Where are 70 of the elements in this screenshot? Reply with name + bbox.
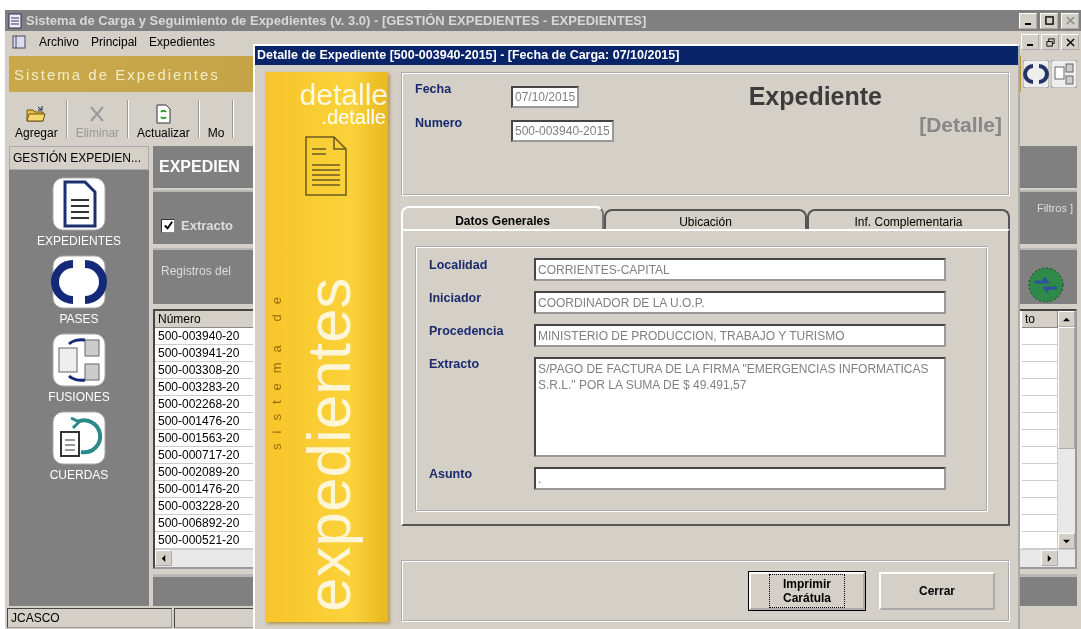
restore-icon bbox=[1045, 37, 1055, 47]
checkbox[interactable] bbox=[161, 218, 175, 233]
input-field[interactable]: MINISTERIO DE PRODUCCION, TRABAJO Y TURISMO bbox=[534, 324, 946, 347]
down-arrow-icon[interactable] bbox=[1063, 537, 1070, 545]
dialog-heading: Expediente bbox=[748, 82, 882, 111]
window-icon[interactable] bbox=[11, 34, 27, 50]
documents-icon bbox=[51, 410, 107, 466]
column-header[interactable]: Número bbox=[155, 311, 255, 328]
minimize-icon bbox=[1027, 44, 1033, 46]
status-user: JCASCO bbox=[7, 608, 172, 628]
dialog-button[interactable]: Cerrar bbox=[879, 572, 995, 610]
minimize-button[interactable] bbox=[1019, 12, 1037, 29]
tab[interactable]: Ubicación bbox=[604, 209, 807, 229]
restore-button[interactable] bbox=[1041, 34, 1059, 50]
column-header[interactable]: to bbox=[1022, 311, 1058, 328]
toolbar-button[interactable]: Mo bbox=[201, 96, 231, 142]
nav-item[interactable]: CUERDAS bbox=[49, 410, 109, 482]
up-arrow-icon[interactable] bbox=[1063, 315, 1070, 323]
input-field[interactable]: COORDINADOR DE LA U.O.P. bbox=[534, 291, 946, 314]
minimize-button[interactable] bbox=[1021, 34, 1039, 50]
field-label: Fecha bbox=[415, 82, 453, 96]
close-icon bbox=[1065, 37, 1075, 47]
sidebar-header: GESTIÓN EXPEDIEN... bbox=[9, 146, 149, 170]
close-icon bbox=[1065, 16, 1075, 25]
banner-title: Sistema de Expedientes bbox=[13, 65, 220, 83]
extract-checkbox[interactable]: Extracto bbox=[161, 218, 234, 233]
filters-link[interactable]: Filtros ] bbox=[1036, 202, 1073, 214]
folder-icon bbox=[25, 104, 48, 124]
text-area[interactable]: S/PAGO DE FACTURA DE LA FIRMA "EMERGENCIAS INFORMATICAS S.R.L." POR LA SUMA DE $ 49.491,57 bbox=[534, 357, 946, 457]
vertical-scrollbar[interactable] bbox=[1058, 311, 1075, 549]
input-field[interactable]: 07/10/2015 bbox=[511, 86, 580, 108]
toolbar-button[interactable]: Agregar bbox=[9, 96, 64, 142]
tab[interactable]: Datos Generales bbox=[401, 206, 604, 229]
menu-item[interactable]: Expedientes bbox=[149, 35, 216, 49]
field-label: Numero bbox=[415, 116, 464, 130]
banner-vertical-text: expedientes bbox=[293, 277, 364, 612]
maximize-icon bbox=[1044, 16, 1054, 25]
field-label: Iniciador bbox=[429, 291, 483, 305]
cycle-icon bbox=[51, 254, 107, 310]
field-label: Asunto bbox=[429, 467, 474, 481]
input-field[interactable]: . bbox=[534, 467, 946, 490]
dialog-title: Detalle de Expediente [500-003940-2015] - [Fecha de Carga: 07/10/2015] bbox=[257, 48, 680, 62]
maximize-button[interactable] bbox=[1040, 12, 1058, 29]
field-label: Localidad bbox=[429, 258, 489, 272]
merge-icon bbox=[51, 332, 107, 388]
menu-item[interactable]: Archivo bbox=[39, 35, 79, 49]
right-arrow-icon[interactable] bbox=[1046, 554, 1053, 562]
cycle-icon[interactable] bbox=[1023, 60, 1049, 88]
field-label: Extracto bbox=[429, 357, 481, 371]
input-field[interactable]: CORRIENTES-CAPITAL bbox=[534, 258, 946, 281]
tab[interactable]: Inf. Complementaria bbox=[807, 209, 1010, 229]
toolbar-button[interactable]: Actualizar bbox=[131, 96, 196, 142]
document-icon bbox=[7, 12, 23, 29]
minimize-icon bbox=[1025, 22, 1031, 25]
input-field[interactable]: 500-003940-2015 bbox=[511, 120, 614, 142]
window-title: Sistema de Carga y Seguimiento de Expedientes (v. 3.0) - [GESTIÓN EXPEDIENTES - EXPEDIENTES] bbox=[26, 13, 647, 28]
field-label: Procedencia bbox=[429, 324, 505, 338]
document-icon bbox=[304, 135, 348, 197]
nav-item[interactable]: PASES bbox=[51, 254, 107, 326]
nav-item[interactable]: FUSIONES bbox=[48, 332, 110, 404]
banner-vertical-text: sistema de bbox=[269, 287, 284, 450]
menu-item[interactable]: Principal bbox=[91, 35, 138, 49]
left-arrow-icon[interactable] bbox=[160, 554, 167, 562]
section-title: EXPEDIEN bbox=[159, 158, 240, 176]
dialog-button[interactable]: Imprimir Carátula bbox=[749, 572, 865, 610]
records-label: Registros del bbox=[161, 264, 232, 278]
nav-item[interactable]: EXPEDIENTES bbox=[37, 176, 121, 248]
document-icon bbox=[51, 176, 107, 232]
close-button[interactable] bbox=[1061, 34, 1079, 50]
dialog-subheading: [Detalle] bbox=[919, 113, 1002, 137]
